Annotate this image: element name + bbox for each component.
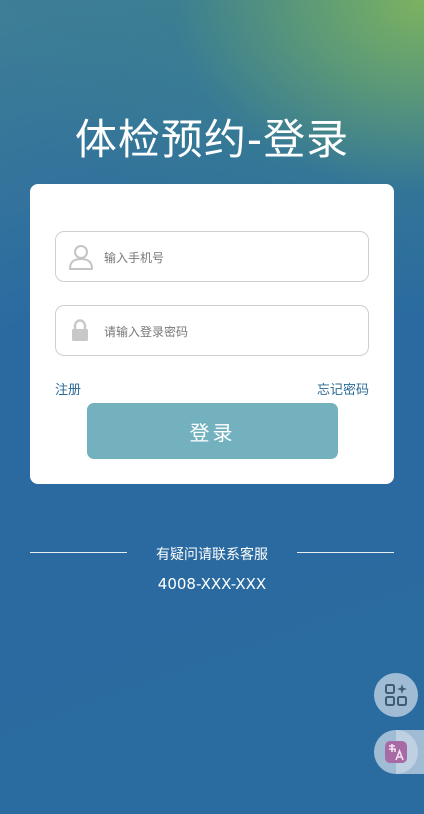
password-input[interactable] (102, 320, 356, 344)
user-icon (68, 244, 94, 270)
divider-right (297, 552, 394, 553)
translate-icon (385, 741, 407, 763)
support-hotline: 4008-XXX-XXX (157, 575, 267, 593)
login-button[interactable]: 登录 (87, 403, 338, 459)
page-title: 体检预约-登录 (74, 115, 350, 164)
register-link[interactable]: 注册 (55, 379, 81, 398)
phone-field[interactable] (55, 231, 369, 282)
apps-floating-button[interactable] (374, 673, 418, 717)
apps-sparkle-icon (385, 684, 407, 706)
translate-floating-button[interactable] (374, 730, 418, 774)
forgot-password-link[interactable]: 忘记密码 (317, 379, 369, 398)
login-card: 注册 忘记密码 登录 (30, 184, 394, 484)
phone-input[interactable] (102, 246, 356, 270)
lock-icon (68, 318, 94, 344)
support-help-text: 有疑问请联系客服 (156, 547, 268, 563)
password-field[interactable] (55, 305, 369, 356)
